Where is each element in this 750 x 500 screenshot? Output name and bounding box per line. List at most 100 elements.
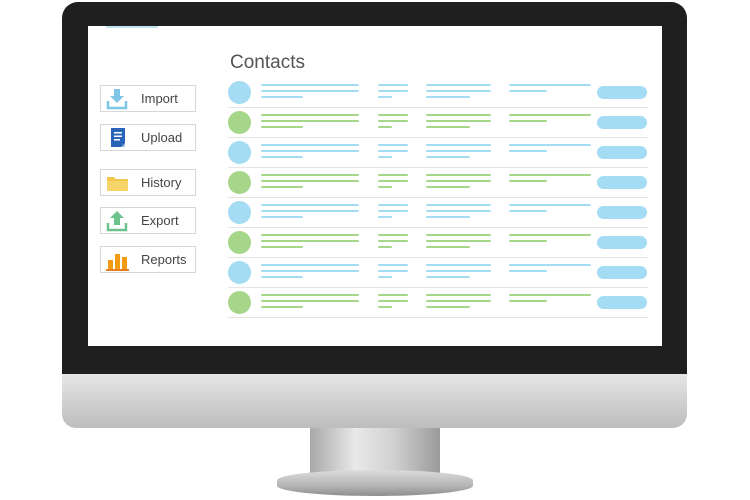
placeholder-text-line: [426, 240, 491, 242]
contact-row[interactable]: [228, 138, 648, 168]
placeholder-text-line: [261, 120, 359, 122]
placeholder-text-line: [378, 174, 408, 176]
placeholder-text-line: [261, 216, 303, 218]
placeholder-text-line: [509, 120, 547, 122]
placeholder-text-line: [378, 126, 392, 128]
placeholder-text-line: [509, 264, 591, 266]
placeholder-text-line: [378, 96, 392, 98]
action-button[interactable]: [597, 266, 647, 279]
placeholder-text-line: [378, 264, 408, 266]
action-button[interactable]: [597, 116, 647, 129]
placeholder-text-line: [261, 246, 303, 248]
placeholder-text-line: [378, 246, 392, 248]
placeholder-text-line: [261, 300, 359, 302]
placeholder-text-line: [426, 246, 470, 248]
avatar: [228, 81, 251, 104]
placeholder-text-line: [426, 120, 491, 122]
placeholder-text-line: [261, 96, 303, 98]
placeholder-text-line: [509, 150, 547, 152]
placeholder-text-line: [426, 90, 491, 92]
placeholder-text-line: [261, 240, 359, 242]
avatar: [228, 111, 251, 134]
placeholder-text-line: [509, 204, 591, 206]
placeholder-text-line: [509, 144, 591, 146]
placeholder-text-line: [261, 144, 359, 146]
placeholder-text-line: [378, 276, 392, 278]
placeholder-text-line: [426, 210, 491, 212]
placeholder-text-line: [261, 90, 359, 92]
avatar: [228, 231, 251, 254]
placeholder-text-line: [378, 84, 408, 86]
avatar: [228, 171, 251, 194]
contact-row[interactable]: [228, 228, 648, 258]
placeholder-text-line: [261, 210, 359, 212]
placeholder-text-line: [426, 216, 470, 218]
placeholder-text-line: [426, 294, 491, 296]
document-icon: [105, 127, 131, 149]
contact-row[interactable]: [228, 198, 648, 228]
placeholder-text-line: [378, 210, 408, 212]
placeholder-text-line: [426, 126, 470, 128]
reports-button[interactable]: Reports: [100, 246, 196, 273]
contact-row[interactable]: [228, 258, 648, 288]
placeholder-text-line: [261, 114, 359, 116]
placeholder-text-line: [426, 270, 491, 272]
placeholder-text-line: [426, 114, 491, 116]
monitor-stand-base: [277, 470, 473, 496]
action-button[interactable]: [597, 296, 647, 309]
upload-button-label: Upload: [141, 130, 183, 145]
placeholder-text-line: [378, 90, 408, 92]
action-button[interactable]: [597, 206, 647, 219]
placeholder-text-line: [261, 204, 359, 206]
top-accent-bar: [106, 26, 158, 28]
placeholder-text-line: [426, 264, 491, 266]
placeholder-text-line: [509, 114, 591, 116]
placeholder-text-line: [378, 114, 408, 116]
placeholder-text-line: [509, 300, 547, 302]
history-button[interactable]: History: [100, 169, 196, 196]
placeholder-text-line: [378, 144, 408, 146]
contacts-list: [228, 78, 648, 318]
placeholder-text-line: [378, 120, 408, 122]
placeholder-text-line: [378, 156, 392, 158]
placeholder-text-line: [426, 276, 470, 278]
placeholder-text-line: [509, 234, 591, 236]
upload-button[interactable]: Upload: [100, 124, 196, 151]
placeholder-text-line: [426, 180, 491, 182]
contact-row[interactable]: [228, 288, 648, 318]
import-button[interactable]: Import: [100, 85, 196, 112]
folder-icon: [105, 172, 131, 194]
placeholder-text-line: [261, 294, 359, 296]
bar-chart-icon: [105, 249, 131, 271]
action-button[interactable]: [597, 146, 647, 159]
action-button[interactable]: [597, 236, 647, 249]
placeholder-text-line: [378, 306, 392, 308]
placeholder-text-line: [261, 126, 303, 128]
action-button[interactable]: [597, 86, 647, 99]
placeholder-text-line: [509, 174, 591, 176]
action-button[interactable]: [597, 176, 647, 189]
contact-row[interactable]: [228, 168, 648, 198]
export-button[interactable]: Export: [100, 207, 196, 234]
placeholder-text-line: [378, 186, 392, 188]
contact-row[interactable]: [228, 78, 648, 108]
placeholder-text-line: [426, 204, 491, 206]
placeholder-text-line: [426, 96, 470, 98]
placeholder-text-line: [261, 156, 303, 158]
placeholder-text-line: [509, 270, 547, 272]
placeholder-text-line: [509, 294, 591, 296]
monitor-chin: [62, 374, 687, 428]
monitor-bezel: Import Upload History Export Reports Con…: [62, 2, 687, 374]
placeholder-text-line: [426, 144, 491, 146]
placeholder-text-line: [378, 204, 408, 206]
placeholder-text-line: [261, 264, 359, 266]
placeholder-text-line: [261, 150, 359, 152]
placeholder-text-line: [261, 270, 359, 272]
placeholder-text-line: [378, 216, 392, 218]
contact-row[interactable]: [228, 108, 648, 138]
download-tray-icon: [105, 88, 131, 110]
upload-tray-icon: [105, 210, 131, 232]
placeholder-text-line: [426, 300, 491, 302]
placeholder-text-line: [378, 180, 408, 182]
placeholder-text-line: [261, 306, 303, 308]
